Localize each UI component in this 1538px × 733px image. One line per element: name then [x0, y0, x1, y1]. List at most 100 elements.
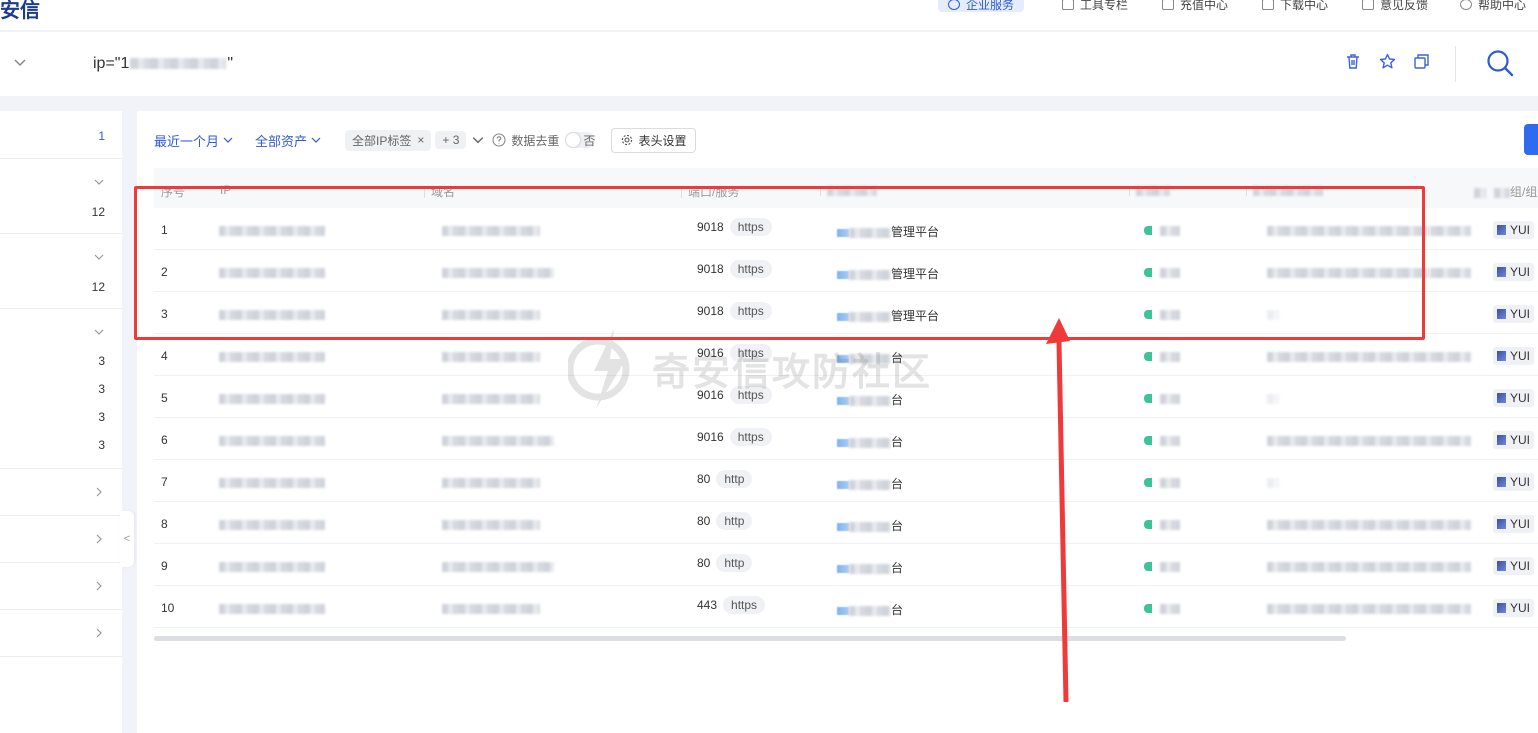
row-component[interactable]: YUI [1493, 389, 1535, 407]
row-component[interactable]: YUI [1493, 515, 1535, 533]
nav-download[interactable]: 下载中心 [1262, 0, 1328, 13]
service-badge[interactable]: https [729, 260, 772, 278]
row-product[interactable]: 台 [837, 391, 903, 408]
row-component[interactable]: YUI [1493, 599, 1535, 617]
row-ip[interactable] [219, 601, 325, 615]
delete-button[interactable] [1344, 52, 1362, 70]
table-row[interactable]: 3 9018 https 管理平台 YUI [154, 292, 1538, 334]
search-input[interactable]: ip="1 " [93, 55, 233, 73]
row-domain[interactable] [442, 265, 554, 279]
row-component[interactable]: YUI [1493, 305, 1535, 323]
row-domain[interactable] [442, 391, 540, 405]
table-row[interactable]: 10 443 https 台 YUI [154, 586, 1538, 628]
row-component[interactable]: YUI [1493, 473, 1535, 491]
asset-scope-dropdown[interactable]: 全部资产 [255, 131, 321, 150]
header-settings-button[interactable]: 表头设置 [611, 127, 697, 153]
facet-group[interactable]: 12 [0, 234, 122, 309]
table-row[interactable]: 1 9018 https 管理平台 YUI [154, 208, 1538, 250]
copy-button[interactable] [1412, 52, 1430, 70]
row-domain[interactable] [442, 433, 554, 447]
brand-logo[interactable]: 安信 [0, 0, 40, 23]
service-badge[interactable]: https [729, 302, 772, 320]
service-badge[interactable]: https [729, 218, 772, 236]
row-domain[interactable] [442, 517, 540, 531]
row-domain[interactable] [442, 349, 540, 363]
row-ip[interactable] [219, 517, 325, 531]
ip-tag-chip[interactable]: 全部IP标签 × [345, 129, 432, 151]
service-badge[interactable]: https [729, 386, 772, 404]
row-product[interactable]: 管理平台 [837, 307, 939, 324]
table-row[interactable]: 2 9018 https 管理平台 YUI [154, 250, 1538, 292]
row-component[interactable]: YUI [1493, 347, 1535, 365]
chevron-right-icon[interactable] [94, 487, 104, 497]
row-ip[interactable] [219, 391, 325, 405]
service-badge[interactable]: https [729, 344, 772, 362]
chevron-down-icon[interactable] [94, 177, 104, 187]
service-badge[interactable]: http [716, 554, 753, 572]
row-product[interactable]: 台 [837, 349, 903, 366]
row-component[interactable]: YUI [1493, 263, 1535, 281]
nav-help[interactable]: 帮助中心 [1460, 0, 1526, 13]
chevron-down-icon[interactable] [12, 54, 28, 70]
row-ip[interactable] [219, 349, 325, 363]
nav-recharge[interactable]: 充值中心 [1162, 0, 1228, 13]
row-product[interactable]: 台 [837, 559, 903, 576]
facet-group-collapsed[interactable] [0, 469, 122, 516]
chevron-down-icon[interactable] [94, 252, 104, 262]
row-domain[interactable] [442, 559, 554, 573]
row-domain[interactable] [442, 307, 540, 321]
service-badge[interactable]: http [716, 512, 753, 530]
more-tags-chip[interactable]: + 3 [435, 131, 467, 149]
nav-enterprise-services[interactable]: 企业服务 [938, 0, 1025, 12]
row-ip[interactable] [219, 307, 325, 321]
facet-group-collapsed[interactable] [0, 516, 122, 563]
facet-group[interactable]: 3 3 3 3 [0, 309, 122, 469]
row-component[interactable]: YUI [1493, 221, 1535, 239]
row-ip[interactable] [219, 223, 325, 237]
row-product[interactable]: 台 [837, 475, 903, 492]
row-ip[interactable] [219, 433, 325, 447]
table-row[interactable]: 8 80 http 台 YUI [154, 502, 1538, 544]
nav-feedback[interactable]: 意见反馈 [1362, 0, 1428, 13]
row-product[interactable]: 台 [837, 517, 903, 534]
time-range-dropdown[interactable]: 最近一个月 [154, 131, 233, 150]
facet-group-collapsed[interactable] [0, 563, 122, 610]
sidebar-collapse-toggle[interactable]: < [120, 511, 134, 567]
facet-group[interactable]: 1 [0, 111, 122, 159]
row-product[interactable]: 管理平台 [837, 223, 939, 240]
row-component[interactable]: YUI [1493, 431, 1535, 449]
row-ip[interactable] [219, 475, 325, 489]
table-row[interactable]: 4 9016 https 台 YUI [154, 334, 1538, 376]
service-badge[interactable]: https [723, 596, 766, 614]
close-icon[interactable]: × [417, 133, 424, 147]
row-product[interactable]: 台 [837, 601, 903, 618]
table-row[interactable]: 6 9016 https 台 YUI [154, 418, 1538, 460]
help-icon[interactable] [492, 133, 506, 147]
row-domain[interactable] [442, 223, 540, 237]
export-button[interactable] [1524, 124, 1538, 155]
chevron-right-icon[interactable] [94, 581, 104, 591]
chevron-down-icon[interactable] [94, 327, 104, 337]
table-row[interactable]: 9 80 http 台 YUI [154, 544, 1538, 586]
chevron-right-icon[interactable] [94, 628, 104, 638]
search-button[interactable] [1486, 49, 1514, 80]
chevron-right-icon[interactable] [94, 534, 104, 544]
favorite-button[interactable] [1378, 52, 1396, 70]
product-icon [837, 480, 849, 489]
row-product[interactable]: 台 [837, 433, 903, 450]
service-badge[interactable]: http [716, 470, 753, 488]
table-row[interactable]: 5 9016 https 台 YUI [154, 376, 1538, 418]
service-badge[interactable]: https [729, 428, 772, 446]
row-domain[interactable] [442, 475, 540, 489]
row-component[interactable]: YUI [1493, 557, 1535, 575]
table-row[interactable]: 7 80 http 台 YUI [154, 460, 1538, 502]
facet-group[interactable]: 12 [0, 159, 122, 234]
chevron-down-icon[interactable] [472, 134, 484, 146]
row-product[interactable]: 管理平台 [837, 265, 939, 282]
horizontal-scrollbar[interactable] [154, 636, 1346, 641]
facet-group-collapsed[interactable] [0, 610, 122, 657]
row-ip[interactable] [219, 559, 325, 573]
row-domain[interactable] [442, 601, 540, 615]
nav-tools[interactable]: 工具专栏 [1062, 0, 1128, 13]
row-ip[interactable] [219, 265, 325, 279]
